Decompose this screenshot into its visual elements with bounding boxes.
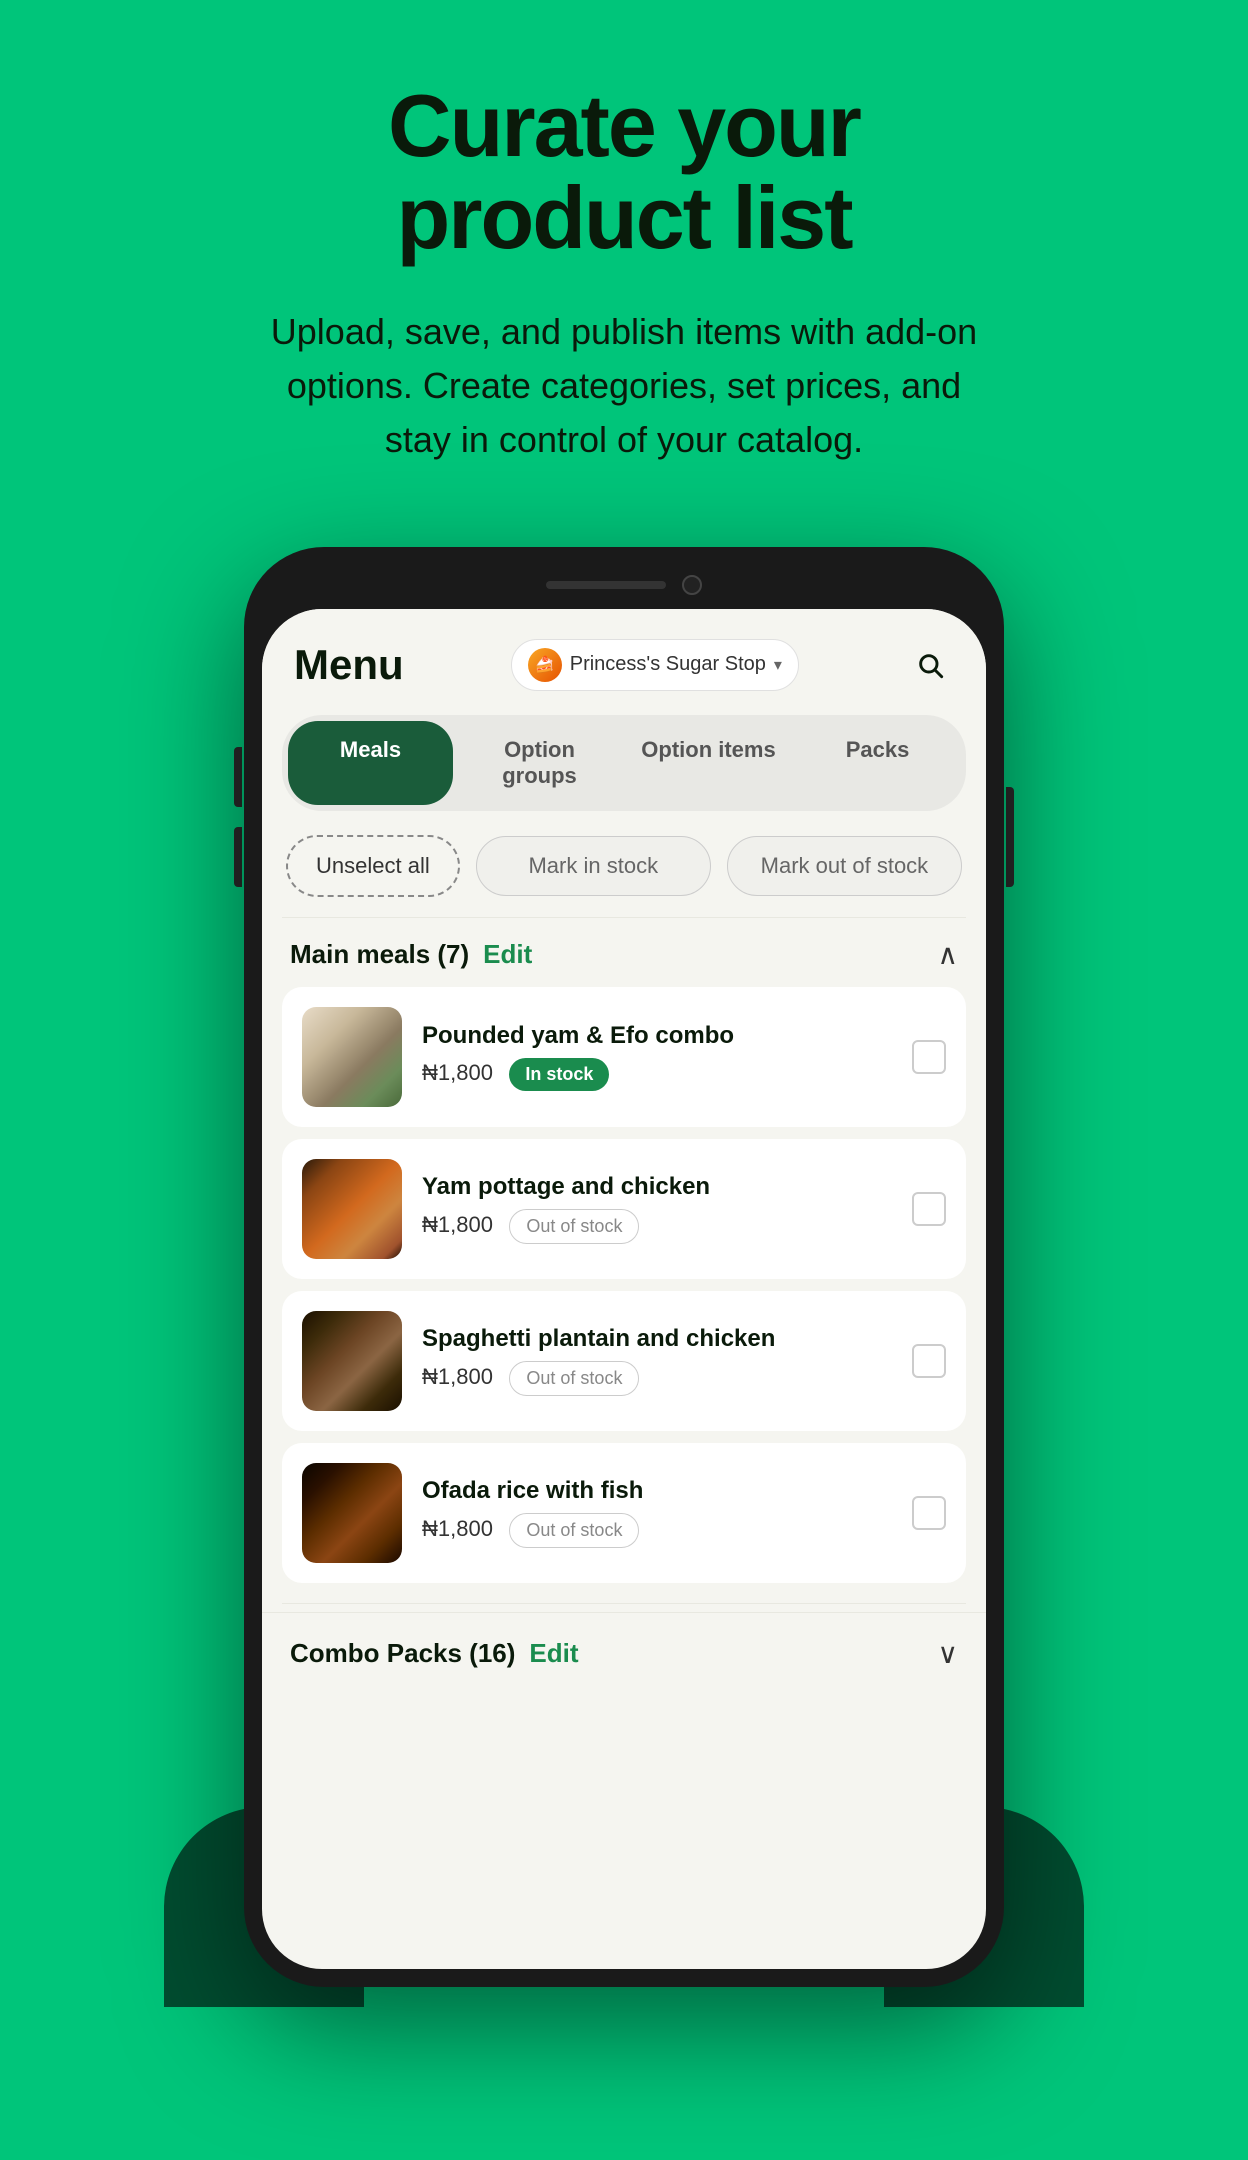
menu-item-image-1 [302,1007,402,1107]
app-title: Menu [294,641,404,689]
food-image-yam-pottage [302,1159,402,1259]
phone-screen: Menu 🍰 Princess's Sugar Stop ▾ [262,609,986,1969]
menu-item-3: Spaghetti plantain and chicken ₦1,800 Ou… [282,1291,966,1431]
menu-item-price-4: ₦1,800 [422,1516,493,1541]
menu-item-price-2: ₦1,800 [422,1212,493,1237]
tab-meals[interactable]: Meals [288,721,453,805]
menu-item-name-4: Ofada rice with fish [422,1477,892,1505]
menu-item-2: Yam pottage and chicken ₦1,800 Out of st… [282,1139,966,1279]
main-meals-section-header: Main meals (7) Edit ∧ [262,918,986,987]
menu-item-image-2 [302,1159,402,1259]
out-stock-badge-2: Out of stock [509,1209,639,1244]
side-button-left-2 [234,827,242,887]
phone-wrapper: Menu 🍰 Princess's Sugar Stop ▾ [244,547,1004,1987]
combo-section-header: Combo Packs (16) Edit ∨ [262,1612,986,1686]
hero-section: Curate your product list Upload, save, a… [174,80,1074,527]
menu-item-info-4: Ofada rice with fish ₦1,800 Out of stock [422,1477,892,1548]
section-collapse-icon[interactable]: ∧ [938,938,959,971]
tabs-container: Meals Option groups Option items Packs [262,707,986,827]
search-button[interactable] [906,641,954,689]
tab-option-groups[interactable]: Option groups [457,721,622,805]
menu-item-price-1: ₦1,800 [422,1060,493,1085]
item-checkbox-1[interactable] [912,1040,946,1074]
main-meals-title: Main meals (7) [290,939,469,970]
menu-item-name-1: Pounded yam & Efo combo [422,1022,892,1050]
camera-dot [682,575,702,595]
out-stock-badge-3: Out of stock [509,1361,639,1396]
mark-in-stock-button[interactable]: Mark in stock [476,836,711,896]
menu-item-info-2: Yam pottage and chicken ₦1,800 Out of st… [422,1173,892,1244]
mark-out-stock-button[interactable]: Mark out of stock [727,836,962,896]
unselect-all-button[interactable]: Unselect all [286,835,460,897]
menu-item-info-1: Pounded yam & Efo combo ₦1,800 In stock [422,1022,892,1091]
chevron-down-icon: ▾ [774,655,782,675]
menu-item-image-4 [302,1463,402,1563]
food-image-pounded-yam [302,1007,402,1107]
tabs-row: Meals Option groups Option items Packs [282,715,966,811]
app-header: Menu 🍰 Princess's Sugar Stop ▾ [262,609,986,707]
main-meals-edit-button[interactable]: Edit [483,939,532,970]
combo-expand-icon[interactable]: ∨ [938,1637,959,1670]
out-stock-badge-4: Out of stock [509,1513,639,1548]
combo-packs-title: Combo Packs (16) [290,1638,515,1669]
menu-item-info-3: Spaghetti plantain and chicken ₦1,800 Ou… [422,1325,892,1396]
phone-frame: Menu 🍰 Princess's Sugar Stop ▾ [244,547,1004,1987]
tab-option-items[interactable]: Option items [626,721,791,805]
side-button-right [1006,787,1014,887]
menu-item-name-3: Spaghetti plantain and chicken [422,1325,892,1353]
hero-title: Curate your product list [254,80,994,265]
food-image-spaghetti [302,1311,402,1411]
tab-packs[interactable]: Packs [795,721,960,805]
hero-subtitle: Upload, save, and publish items with add… [254,305,994,467]
in-stock-badge-1: In stock [509,1058,609,1091]
menu-item-price-3: ₦1,800 [422,1364,493,1389]
stock-actions-bar: Unselect all Mark in stock Mark out of s… [262,827,986,917]
store-selector[interactable]: 🍰 Princess's Sugar Stop ▾ [511,639,799,691]
divider-2 [282,1603,966,1604]
menu-item-4: Ofada rice with fish ₦1,800 Out of stock [282,1443,966,1583]
notch-pill [546,581,666,589]
item-checkbox-4[interactable] [912,1496,946,1530]
menu-item-name-2: Yam pottage and chicken [422,1173,892,1201]
menu-items-list: Pounded yam & Efo combo ₦1,800 In stock [262,987,986,1583]
menu-item-1: Pounded yam & Efo combo ₦1,800 In stock [282,987,966,1127]
side-button-left-1 [234,747,242,807]
store-name: Princess's Sugar Stop [570,653,766,676]
food-image-ofada-rice [302,1463,402,1563]
menu-item-image-3 [302,1311,402,1411]
store-avatar: 🍰 [528,648,562,682]
item-checkbox-3[interactable] [912,1344,946,1378]
item-checkbox-2[interactable] [912,1192,946,1226]
phone-notch [262,565,986,609]
combo-edit-button[interactable]: Edit [529,1638,578,1669]
